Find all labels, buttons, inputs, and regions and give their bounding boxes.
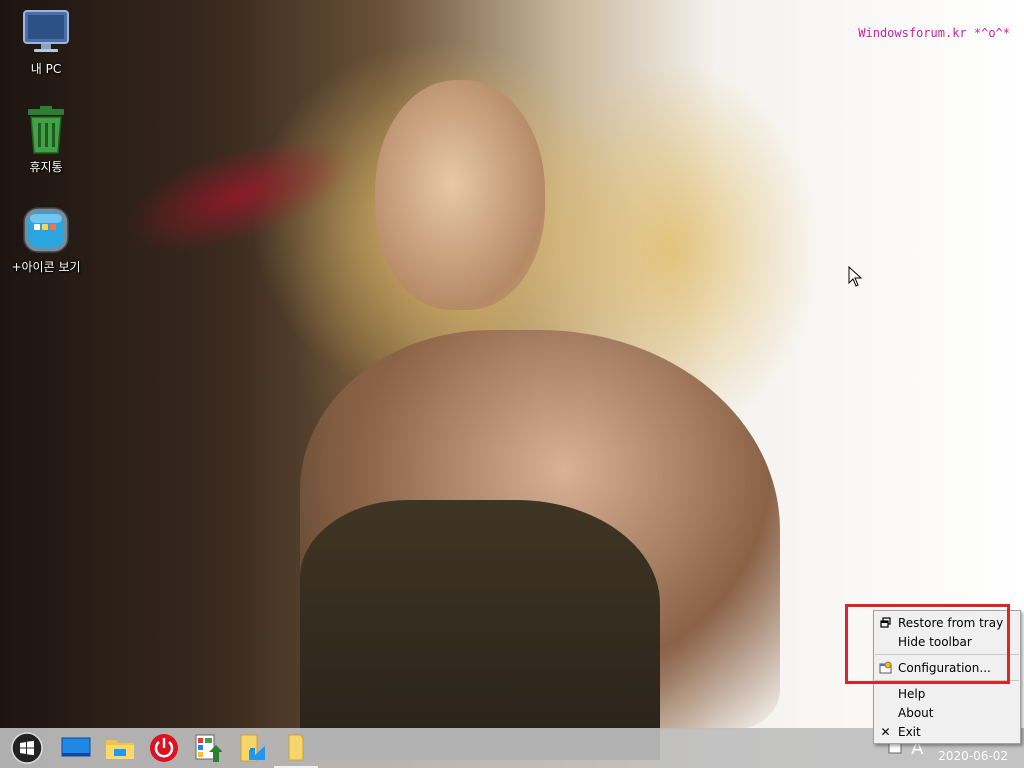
monitor-icon [20, 6, 72, 58]
menu-item-label: About [898, 705, 934, 720]
desktop-icon-show-icons[interactable]: +아이콘 보기 [0, 204, 92, 275]
taskbar-folder-button[interactable] [274, 728, 318, 768]
clock-date[interactable]: 2020-06-02 [928, 749, 1024, 763]
desktop-icon-this-pc[interactable]: 내 PC [0, 6, 92, 77]
windows-logo-icon [11, 732, 43, 764]
desktop: 내 PC 휴지통 +아이콘 보기 Windowsforum.kr *^o^* A… [0, 0, 1024, 768]
desktop-icon [61, 737, 91, 757]
wallpaper-face [375, 80, 545, 310]
folder-shortcut-icon [240, 734, 265, 762]
menu-item-label: Exit [898, 724, 921, 739]
taskbar: A 2020-06-02 [0, 728, 1024, 768]
menu-item-about[interactable]: About [874, 703, 1020, 722]
wallpaper-top [300, 500, 660, 760]
taskbar-desktop-button[interactable] [54, 728, 98, 768]
desktop-icon-label: 휴지통 [29, 160, 63, 174]
file-explorer-icon [106, 740, 134, 759]
close-icon: ✕ [880, 724, 891, 739]
taskbar-folder-shortcut-button[interactable] [230, 728, 274, 768]
menu-item-label: Help [898, 686, 926, 701]
watermark-text: Windowsforum.kr *^o^* [858, 26, 1010, 40]
folder-icon [288, 734, 304, 761]
desktop-icon-label: +아이콘 보기 [11, 260, 81, 274]
app-manager-icon [195, 734, 222, 762]
menu-item-help[interactable]: Help [874, 684, 1020, 703]
taskbar-file-explorer-button[interactable] [98, 728, 142, 768]
mouse-pointer-icon [848, 266, 863, 287]
taskbar-app-manager-button[interactable] [186, 728, 230, 768]
highlight-box [845, 604, 1010, 684]
menu-item-exit[interactable]: ✕ Exit [874, 722, 1020, 741]
power-icon [150, 734, 178, 762]
desktop-icon-recycle-bin[interactable]: 휴지통 [0, 104, 92, 175]
desktop-icon-label: 내 PC [30, 62, 62, 76]
start-button[interactable] [0, 728, 54, 768]
recycle-bin-icon [20, 104, 72, 156]
taskbar-power-button[interactable] [142, 728, 186, 768]
show-icons-icon [20, 204, 72, 256]
